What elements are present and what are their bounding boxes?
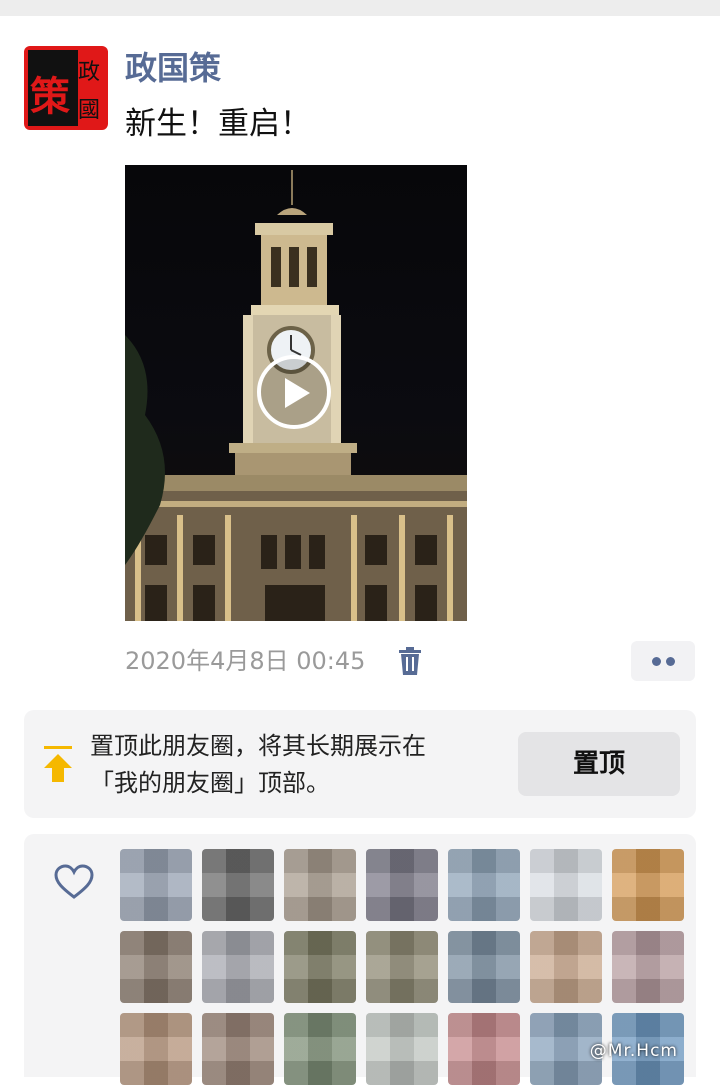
liker-avatar[interactable] bbox=[366, 931, 438, 1003]
pin-to-top-card: 置顶此朋友圈，将其长期展示在 「我的朋友圈」顶部。 置顶 bbox=[24, 710, 696, 818]
liker-avatar[interactable] bbox=[202, 849, 274, 921]
pin-description-line2: 「我的朋友圈」顶部。 bbox=[90, 769, 330, 797]
liker-avatar[interactable] bbox=[448, 849, 520, 921]
liker-avatar[interactable] bbox=[448, 1013, 520, 1085]
liker-avatar[interactable] bbox=[120, 849, 192, 921]
pin-description: 置顶此朋友圈，将其长期展示在 「我的朋友圈」顶部。 bbox=[90, 728, 426, 802]
avatar-logo-glyph-main: 策 bbox=[30, 73, 70, 120]
liker-avatar[interactable] bbox=[120, 931, 192, 1003]
pin-to-top-button[interactable]: 置顶 bbox=[518, 732, 680, 796]
author-name[interactable]: 政国策 bbox=[125, 46, 221, 90]
liker-avatar[interactable] bbox=[366, 1013, 438, 1085]
liker-avatar[interactable] bbox=[530, 931, 602, 1003]
avatar-logo-glyph-bottom: 國 bbox=[78, 98, 101, 123]
liker-avatar[interactable] bbox=[202, 1013, 274, 1085]
avatar-logo-glyph-top: 政 bbox=[78, 60, 101, 85]
post-timestamp: 2020年4月8日 00:45 bbox=[125, 647, 366, 675]
liker-avatar[interactable] bbox=[284, 931, 356, 1003]
likes-panel: @Mr.Hcm bbox=[24, 834, 696, 1085]
liker-avatar[interactable] bbox=[448, 931, 520, 1003]
heart-outline-icon bbox=[54, 864, 94, 899]
author-avatar[interactable]: 策 政 國 bbox=[24, 46, 108, 130]
more-dot-icon bbox=[666, 657, 675, 666]
liker-avatar[interactable] bbox=[120, 1013, 192, 1085]
liker-avatar[interactable] bbox=[612, 931, 684, 1003]
liker-avatar[interactable] bbox=[202, 931, 274, 1003]
more-options-button[interactable] bbox=[631, 641, 695, 681]
liker-avatar[interactable] bbox=[530, 849, 602, 921]
liker-avatar[interactable] bbox=[284, 1013, 356, 1085]
video-thumbnail[interactable] bbox=[125, 165, 467, 621]
liker-avatar[interactable] bbox=[366, 849, 438, 921]
top-status-strip bbox=[0, 0, 720, 16]
trash-icon[interactable] bbox=[398, 647, 422, 675]
liker-avatar[interactable] bbox=[284, 849, 356, 921]
more-dot-icon bbox=[652, 657, 661, 666]
watermark-text: @Mr.Hcm bbox=[589, 1041, 678, 1061]
pin-description-line1: 置顶此朋友圈，将其长期展示在 bbox=[90, 732, 426, 760]
play-icon bbox=[285, 378, 310, 408]
pin-top-icon bbox=[44, 746, 72, 782]
post-text: 新生！重启！ bbox=[125, 106, 311, 142]
video-play-button[interactable] bbox=[257, 355, 331, 429]
liker-avatar[interactable] bbox=[612, 849, 684, 921]
